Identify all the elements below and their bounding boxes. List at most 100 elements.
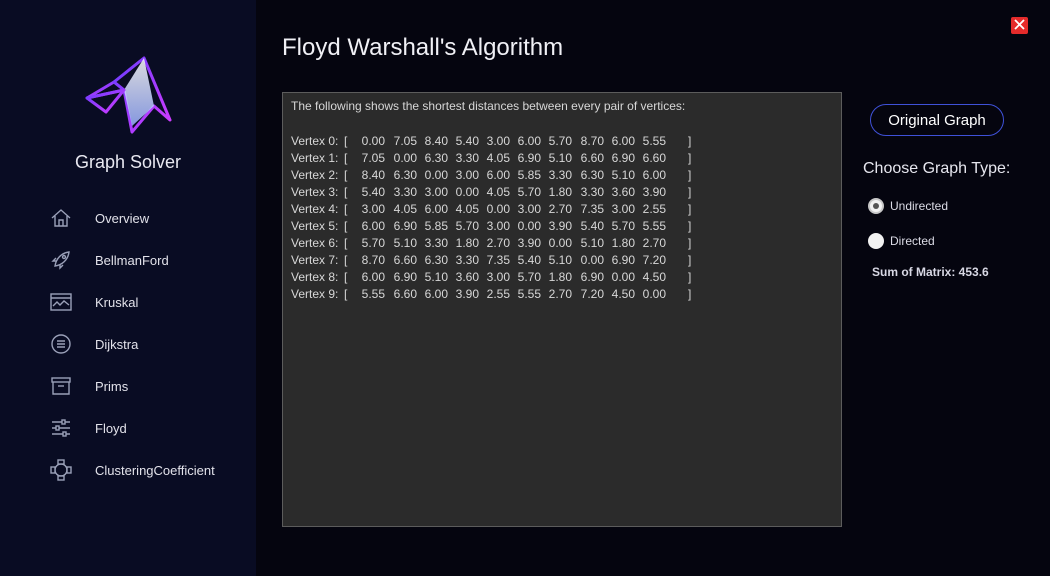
matrix-cell: 3.00 — [486, 134, 510, 148]
matrix-cell: 0.00 — [486, 202, 510, 216]
close-bracket: ] — [688, 253, 692, 267]
matrix-cell: 3.00 — [424, 185, 448, 199]
matrix-cell: 6.00 — [361, 219, 385, 233]
matrix-row: Vertex 5: [6.00 6.90 5.85 5.70 3.00 0.00 3.90 5.… — [291, 218, 831, 235]
matrix-cell: 5.70 — [517, 270, 541, 284]
app-title: Graph Solver — [74, 152, 182, 172]
matrix-cell: 3.00 — [455, 168, 479, 182]
sidebar-item-floyd[interactable]: Floyd — [0, 408, 256, 448]
matrix-cell: 1.80 — [611, 236, 635, 250]
open-bracket: [ — [344, 151, 348, 165]
matrix-cell: 0.00 — [611, 270, 635, 284]
matrix-cell: 7.35 — [580, 202, 604, 216]
matrix-cell: 2.55 — [486, 287, 510, 301]
matrix-cell: 6.30 — [424, 253, 448, 267]
matrix-cell: 5.55 — [642, 134, 666, 148]
sidebar-item-label: Floyd — [95, 420, 127, 436]
list-circle-icon — [50, 333, 72, 355]
app-logo-icon — [84, 54, 174, 136]
close-icon — [1014, 17, 1025, 35]
matrix-cell: 6.60 — [393, 287, 417, 301]
matrix-cell: 5.40 — [517, 253, 541, 267]
matrix-row: Vertex 4: [3.00 4.05 6.00 4.05 0.00 3.00 2.70 7.… — [291, 201, 831, 218]
close-bracket: ] — [688, 270, 692, 284]
matrix-sum-label: Sum of Matrix: 453.6 — [872, 265, 989, 279]
matrix-cell: 6.00 — [424, 287, 448, 301]
matrix-cell: 5.70 — [611, 219, 635, 233]
matrix-row: Vertex 9: [5.55 6.60 6.00 3.90 2.55 5.55 2.70 7.… — [291, 286, 831, 303]
matrix-cell: 6.90 — [611, 151, 635, 165]
matrix-cell: 5.70 — [455, 219, 479, 233]
matrix-cell: 3.60 — [611, 185, 635, 199]
matrix-cell: 6.30 — [393, 168, 417, 182]
radio-button-checked[interactable] — [868, 198, 884, 214]
matrix-cell: 6.00 — [486, 168, 510, 182]
matrix-cell: 1.80 — [548, 270, 572, 284]
matrix-cell: 5.70 — [361, 236, 385, 250]
matrix-cell: 3.30 — [455, 253, 479, 267]
distance-matrix: Vertex 0: [0.00 7.05 8.40 5.40 3.00 6.00 5.70 8.… — [291, 133, 831, 303]
open-bracket: [ — [344, 270, 348, 284]
matrix-cell: 3.90 — [642, 185, 666, 199]
graph-type-label: Choose Graph Type: — [863, 160, 1011, 177]
vertex-label: Vertex 0: — [291, 134, 339, 148]
matrix-cell: 7.05 — [361, 151, 385, 165]
sliders-icon — [50, 417, 72, 439]
matrix-cell: 1.80 — [548, 185, 572, 199]
close-bracket: ] — [688, 202, 692, 216]
sidebar-item-bellmanford[interactable]: BellmanFord — [0, 240, 256, 280]
matrix-cell: 3.60 — [455, 270, 479, 284]
close-bracket: ] — [688, 287, 692, 301]
sidebar: Graph Solver Overview BellmanFord Kruska… — [0, 0, 256, 576]
matrix-cell: 4.05 — [486, 151, 510, 165]
matrix-cell: 0.00 — [455, 185, 479, 199]
output-textarea[interactable]: The following shows the shortest distanc… — [282, 92, 842, 527]
matrix-cell: 6.00 — [642, 168, 666, 182]
rocket-icon — [50, 249, 72, 271]
close-bracket: ] — [688, 185, 692, 199]
matrix-cell: 4.05 — [455, 202, 479, 216]
radio-undirected[interactable]: Undirected — [868, 198, 948, 214]
sidebar-item-prims[interactable]: Prims — [0, 366, 256, 406]
vertex-label: Vertex 8: — [291, 270, 339, 284]
matrix-cell: 1.80 — [455, 236, 479, 250]
matrix-cell: 5.40 — [361, 185, 385, 199]
radio-directed[interactable]: Directed — [868, 233, 935, 249]
sidebar-item-overview[interactable]: Overview — [0, 198, 256, 238]
matrix-cell: 2.70 — [548, 287, 572, 301]
matrix-cell: 5.85 — [517, 168, 541, 182]
original-graph-button[interactable]: Original Graph — [870, 104, 1004, 136]
matrix-cell: 3.30 — [424, 236, 448, 250]
matrix-cell: 6.90 — [611, 253, 635, 267]
radio-label: Undirected — [890, 199, 949, 213]
matrix-cell: 2.70 — [548, 202, 572, 216]
vertex-label: Vertex 6: — [291, 236, 339, 250]
matrix-cell: 6.90 — [517, 151, 541, 165]
matrix-cell: 6.90 — [393, 270, 417, 284]
matrix-cell: 3.00 — [611, 202, 635, 216]
matrix-row: Vertex 8: [6.00 6.90 5.10 3.60 3.00 5.70 1.80 6.… — [291, 269, 831, 286]
matrix-cell: 5.10 — [548, 151, 572, 165]
close-button[interactable] — [1011, 17, 1028, 34]
sidebar-item-clustering[interactable]: ClusteringCoefficient — [0, 450, 256, 490]
sidebar-item-label: Dijkstra — [95, 336, 139, 352]
matrix-cell: 5.10 — [548, 253, 572, 267]
matrix-cell: 3.90 — [455, 287, 479, 301]
radio-button[interactable] — [868, 233, 884, 249]
matrix-cell: 3.00 — [517, 202, 541, 216]
output-intro-text: The following shows the shortest distanc… — [291, 99, 686, 113]
matrix-cell: 0.00 — [361, 134, 385, 148]
matrix-cell: 6.00 — [611, 134, 635, 148]
matrix-cell: 7.20 — [642, 253, 666, 267]
sidebar-item-kruskal[interactable]: Kruskal — [0, 282, 256, 322]
matrix-cell: 5.40 — [455, 134, 479, 148]
matrix-cell: 3.90 — [517, 236, 541, 250]
matrix-cell: 3.00 — [361, 202, 385, 216]
matrix-cell: 5.10 — [424, 270, 448, 284]
sidebar-item-dijkstra[interactable]: Dijkstra — [0, 324, 256, 364]
close-bracket: ] — [688, 168, 692, 182]
matrix-cell: 4.50 — [611, 287, 635, 301]
matrix-cell: 6.00 — [424, 202, 448, 216]
matrix-cell: 8.70 — [361, 253, 385, 267]
matrix-cell: 8.70 — [580, 134, 604, 148]
